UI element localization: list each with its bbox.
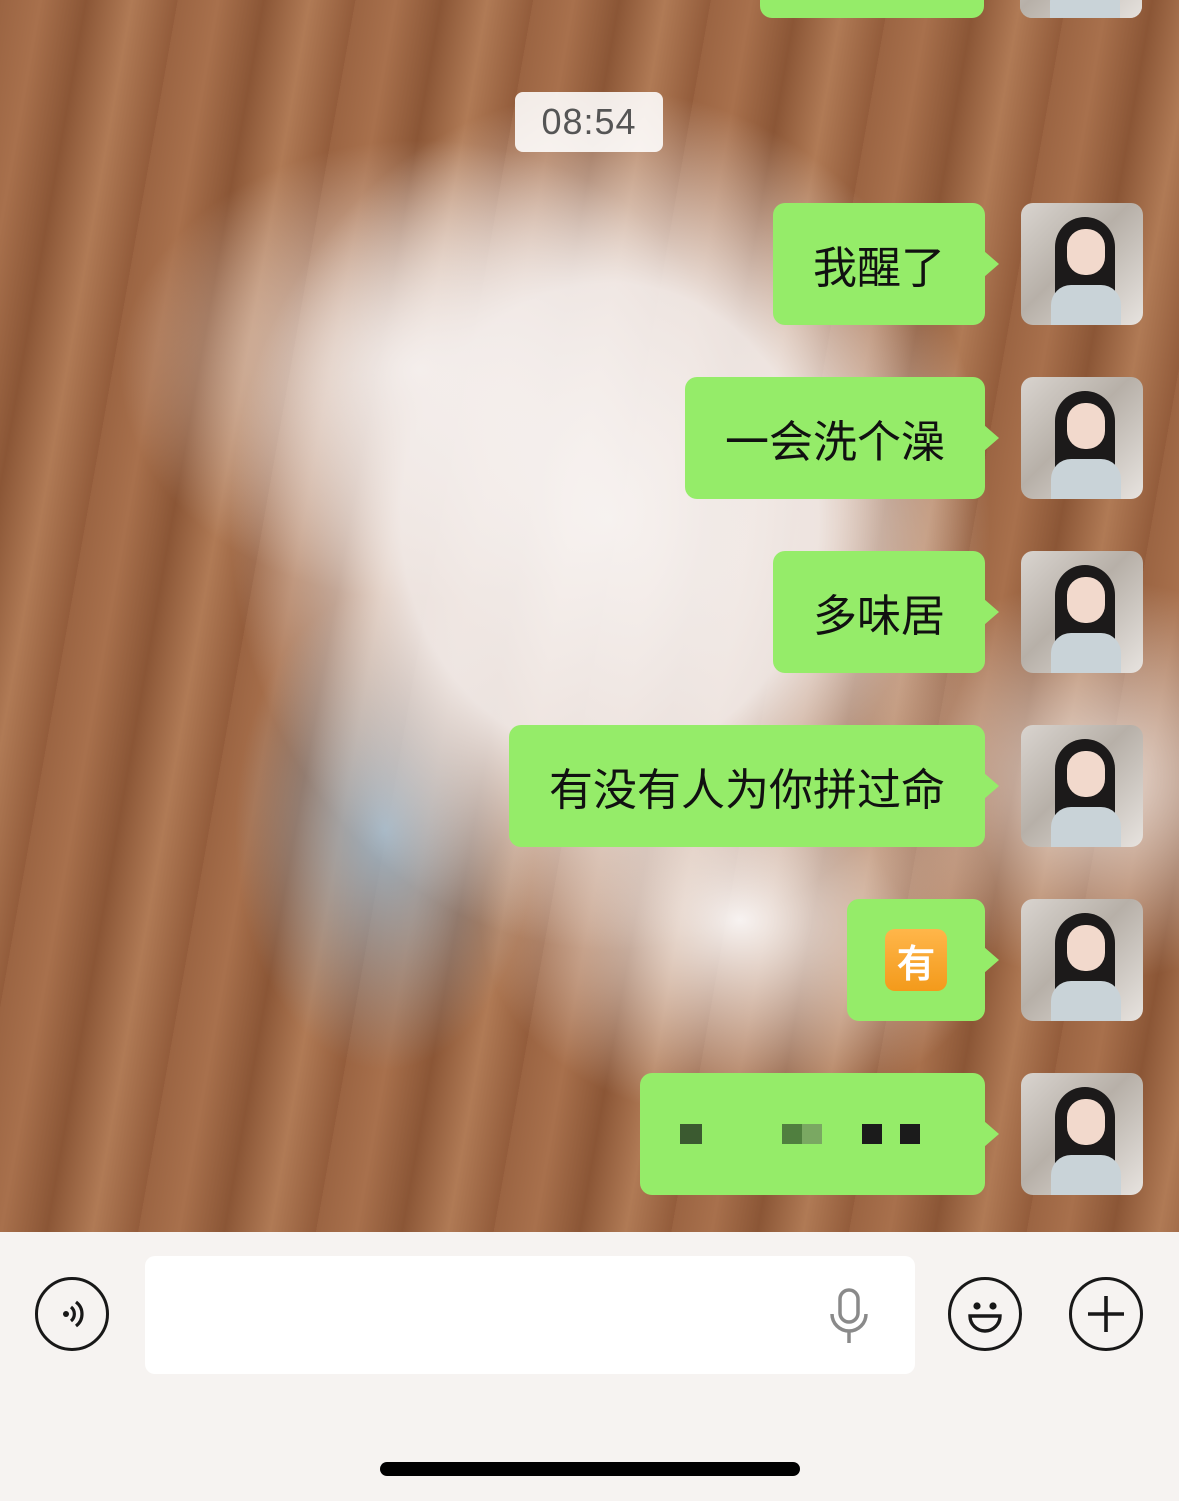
previous-message-avatar[interactable] — [1020, 0, 1142, 18]
avatar[interactable] — [1021, 377, 1143, 499]
message-row: 有没有人为你拼过命 — [509, 725, 1143, 847]
avatar[interactable] — [1021, 899, 1143, 1021]
avatar[interactable] — [1021, 725, 1143, 847]
message-row: 有 — [847, 899, 1143, 1021]
message-bubble[interactable]: 我醒了 — [773, 203, 999, 325]
message-timestamp: 08:54 — [515, 92, 663, 152]
message-bubble[interactable]: 一会洗个澡 — [685, 377, 999, 499]
smiley-face-icon[interactable] — [948, 1277, 1022, 1351]
message-row: 我醒了 — [773, 203, 1143, 325]
previous-message-bubble[interactable] — [760, 0, 984, 18]
you-character-emoji-icon: 有 — [885, 929, 947, 991]
avatar[interactable] — [1021, 203, 1143, 325]
home-indicator[interactable] — [380, 1462, 800, 1476]
message-bubble[interactable]: 多味居 — [773, 551, 999, 673]
redacted-message-bubble[interactable] — [640, 1073, 999, 1195]
microphone-icon[interactable] — [826, 1288, 872, 1346]
avatar[interactable] — [1021, 1073, 1143, 1195]
message-bubble[interactable]: 有没有人为你拼过命 — [509, 725, 999, 847]
pixelated-redaction — [680, 1114, 920, 1154]
chat-input-toolbar — [0, 1232, 1179, 1501]
avatar[interactable] — [1021, 551, 1143, 673]
plus-icon[interactable] — [1069, 1277, 1143, 1351]
emoji-message-bubble[interactable]: 有 — [847, 899, 999, 1021]
message-row: 一会洗个澡 — [685, 377, 1143, 499]
message-input[interactable] — [145, 1256, 915, 1374]
message-row — [640, 1073, 1143, 1195]
voice-wave-icon[interactable] — [35, 1277, 109, 1351]
message-row: 多味居 — [773, 551, 1143, 673]
